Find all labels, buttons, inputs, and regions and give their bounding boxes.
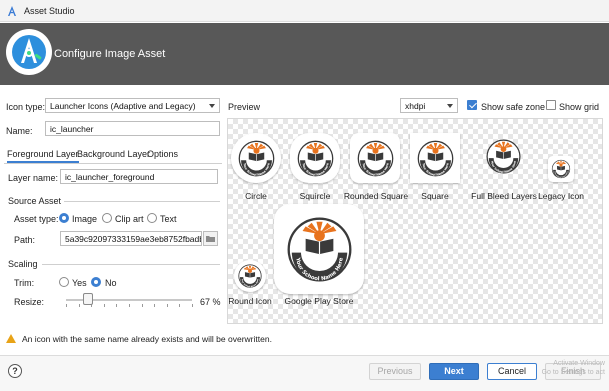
cancel-button[interactable]: Cancel: [487, 363, 537, 380]
trim-no-label: No: [105, 278, 117, 288]
round-icon-preview: Your School Name Here: [234, 260, 266, 292]
show-safe-zone-label: Show safe zone: [481, 102, 546, 112]
density-value: xhdpi: [405, 101, 426, 111]
trim-yes-label: Yes: [72, 278, 87, 288]
section-divider: [64, 201, 220, 202]
preview-label: Preview: [228, 102, 261, 112]
icon-type-dropdown[interactable]: Launcher Icons (Adaptive and Legacy): [45, 98, 220, 113]
density-dropdown[interactable]: xhdpi: [400, 98, 458, 113]
slider-tick: [129, 304, 130, 307]
school-logo: Your School Name Here: [236, 262, 264, 292]
android-studio-logo: [6, 29, 52, 75]
scaling-title: Scaling: [8, 259, 38, 269]
slider-tick: [154, 304, 156, 307]
help-button[interactable]: ?: [8, 364, 22, 378]
resize-value: 67 %: [200, 297, 221, 307]
slider-tick: [179, 304, 181, 307]
android-studio-icon: [8, 6, 16, 16]
slider-tick: [116, 304, 118, 307]
asset-type-clipart-radio[interactable]: [102, 213, 112, 223]
icon-type-label: Icon type:: [6, 102, 46, 112]
previous-button[interactable]: Previous: [369, 363, 421, 380]
window-title: Asset Studio: [24, 6, 75, 16]
path-input[interactable]: 5a39c92097333159ae3eb8752fbadb.jj: [60, 231, 202, 246]
slider-tick: [78, 304, 80, 307]
icon-caption: Google Play Store: [284, 296, 354, 306]
icon-caption: Rounded Square: [343, 191, 409, 201]
slider-tick: [166, 304, 168, 307]
slider-tick: [66, 304, 67, 307]
resize-slider-thumb[interactable]: [83, 293, 93, 305]
layer-name-input[interactable]: ic_launcher_foreground: [60, 169, 218, 184]
path-label: Path:: [14, 235, 36, 245]
trim-no-radio[interactable]: [91, 277, 101, 287]
page-heading: Configure Image Asset: [54, 48, 166, 60]
footer-bar: ? Previous Next Cancel Finish Activate W…: [0, 355, 609, 391]
rounded-square-icon-preview: Your School Name Here: [350, 133, 400, 183]
school-logo: Your School Name Here: [483, 136, 524, 179]
asset-type-clipart-label: Clip art: [115, 214, 144, 224]
school-logo: Your School Name Here: [235, 137, 278, 182]
asset-type-text-radio[interactable]: [147, 213, 157, 223]
slider-tick: [103, 304, 105, 307]
trim-yes-radio[interactable]: [59, 277, 69, 287]
asset-type-text-label: Text: [160, 214, 177, 224]
header-banner: Configure Image Asset: [0, 23, 609, 85]
source-asset-title: Source Asset: [8, 196, 62, 206]
school-logo: Your School Name Here: [550, 158, 572, 182]
icon-caption: Round Icon: [228, 296, 272, 306]
compass-icon: [12, 35, 46, 69]
warning-text: An icon with the same name already exist…: [22, 334, 272, 344]
tab-foreground-layer[interactable]: Foreground Layer: [7, 149, 79, 163]
resize-label: Resize:: [14, 297, 45, 307]
legacy-icon-preview: Your School Name Here: [548, 156, 574, 182]
play-store-icon-preview: Your School Name Here: [274, 204, 364, 294]
icon-caption: Legacy Icon: [538, 191, 584, 201]
icon-caption: Full Bleed Layers: [471, 191, 537, 201]
slider-tick: [141, 304, 143, 307]
asset-type-label: Asset type:: [14, 214, 59, 224]
icon-type-value: Launcher Icons (Adaptive and Legacy): [50, 101, 196, 111]
name-input[interactable]: ic_launcher: [45, 121, 220, 136]
school-logo: Your School Name Here: [294, 137, 337, 182]
square-icon-preview: Your School Name Here: [410, 133, 460, 183]
title-bar: Asset Studio: [0, 0, 609, 22]
icon-caption: Square: [421, 191, 449, 201]
school-logo: Your School Name Here: [414, 137, 457, 182]
next-button[interactable]: Next: [429, 363, 479, 380]
warning-icon: [6, 334, 16, 343]
watermark-line-2: Go to Settings to act: [541, 369, 605, 376]
asset-type-image-radio[interactable]: [59, 213, 69, 223]
school-logo: Your School Name Here: [354, 137, 397, 182]
asset-type-image-label: Image: [72, 214, 98, 224]
activation-watermark: Activate Window Go to Settings to act: [542, 359, 605, 377]
browse-folder-button[interactable]: [203, 231, 218, 246]
show-grid-label: Show grid: [559, 102, 600, 112]
chevron-down-icon: [209, 104, 215, 108]
watermark-line-1: Activate Window: [553, 360, 605, 367]
icon-caption: Squircle: [299, 191, 331, 201]
name-label: Name:: [6, 126, 33, 136]
tab-options[interactable]: Options: [147, 149, 178, 159]
folder-icon: [206, 236, 215, 242]
squircle-icon-preview: Your School Name Here: [290, 133, 340, 183]
show-grid-checkbox[interactable]: [546, 100, 556, 110]
circle-icon-preview: Your School Name Here: [231, 133, 281, 183]
trim-label: Trim:: [14, 278, 35, 288]
show-safe-zone-checkbox[interactable]: [467, 100, 477, 110]
slider-tick: [192, 304, 193, 307]
layer-tabs: Foreground Layer Background Layer Option…: [4, 146, 222, 164]
school-logo: Your School Name Here: [281, 211, 358, 290]
layer-name-label: Layer name:: [8, 173, 59, 183]
chevron-down-icon: [447, 104, 453, 108]
full-bleed-icon-preview: Your School Name Here: [470, 123, 536, 189]
section-divider: [42, 264, 220, 265]
tab-background-layer[interactable]: Background Layer: [77, 149, 150, 159]
icon-caption: Circle: [245, 191, 267, 201]
